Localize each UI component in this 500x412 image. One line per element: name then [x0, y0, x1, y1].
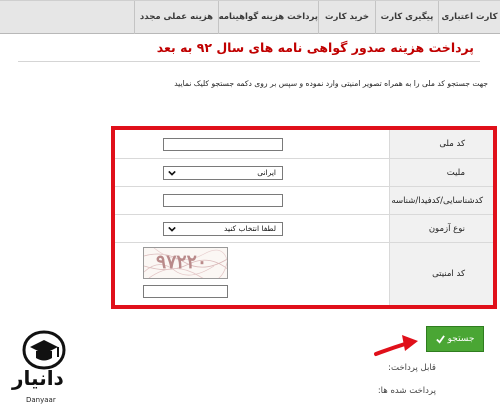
- nav-buy-card[interactable]: خرید کارت: [318, 1, 375, 34]
- checkmark-icon: [435, 334, 445, 344]
- instruction-text: جهت جستجو کد ملی را به همراه تصویر امنیت…: [174, 79, 488, 88]
- nationality-select[interactable]: ایرانی: [163, 166, 283, 180]
- captcha-text: ۹۷۲۲۰: [156, 251, 208, 273]
- search-button[interactable]: جستجو: [426, 326, 484, 352]
- page-title: پرداخت هزینه صدور گواهی نامه های سال ۹۲ …: [156, 40, 474, 55]
- chevron-down-icon: [168, 226, 176, 232]
- row-captcha: کد امنیتی ۹۷۲۲۰: [115, 243, 493, 305]
- title-divider: [18, 61, 480, 62]
- tracking-code-cell: [115, 187, 389, 214]
- logo-latin: Danyaar: [26, 396, 56, 404]
- payable-label: قابل پرداخت:: [388, 363, 436, 373]
- tracking-code-label: کدشناسایی/کدفیدا/شناسه فراگیر: [366, 187, 493, 214]
- row-tracking-code: کدشناسایی/کدفیدا/شناسه فراگیر: [115, 187, 493, 215]
- captcha-input[interactable]: [143, 285, 228, 298]
- tracking-code-input[interactable]: [163, 194, 283, 207]
- red-arrow-icon: [374, 335, 418, 356]
- nationality-cell: ایرانی: [115, 159, 389, 186]
- row-exam-type: نوع آزمون لطفا انتخاب کنید: [115, 215, 493, 243]
- captcha-image: ۹۷۲۲۰: [143, 247, 228, 279]
- danyaar-logo: دانیار Danyaar: [8, 330, 80, 410]
- row-nationality: ملیت ایرانی: [115, 159, 493, 187]
- exam-type-selected: لطفا انتخاب کنید: [224, 224, 276, 233]
- exam-type-label: نوع آزمون: [389, 215, 493, 242]
- national-code-label: کد ملی: [389, 130, 493, 158]
- top-navigation: کارت اعتباری پیگیری کارت خرید کارت پرداخ…: [0, 0, 500, 34]
- nav-practical-retest-fee[interactable]: هزینه عملی مجدد: [134, 1, 218, 34]
- search-button-label: جستجو: [447, 334, 475, 344]
- exam-type-select[interactable]: لطفا انتخاب کنید: [163, 222, 283, 236]
- search-form: کد ملی ملیت ایرانی کدشناسایی/کدفیدا/شناس…: [115, 130, 493, 305]
- nav-card-tracking[interactable]: پیگیری کارت: [375, 1, 438, 34]
- row-national-code: کد ملی: [115, 130, 493, 159]
- chevron-down-icon: [168, 170, 176, 176]
- captcha-label: کد امنیتی: [389, 243, 493, 305]
- national-code-cell: [115, 130, 389, 158]
- national-code-input[interactable]: [163, 138, 283, 151]
- paid-label: پرداخت شده ها:: [377, 386, 436, 396]
- logo-wordmark: دانیار: [12, 366, 64, 390]
- captcha-cell: ۹۷۲۲۰: [115, 243, 389, 305]
- nationality-label: ملیت: [389, 159, 493, 186]
- nav-license-fee[interactable]: پرداخت هزینه گواهینامه: [218, 1, 318, 34]
- exam-type-cell: لطفا انتخاب کنید: [115, 215, 389, 242]
- nationality-selected: ایرانی: [257, 168, 276, 177]
- nav-credit-card[interactable]: کارت اعتباری: [438, 1, 500, 34]
- graduation-cap-icon: [22, 330, 66, 370]
